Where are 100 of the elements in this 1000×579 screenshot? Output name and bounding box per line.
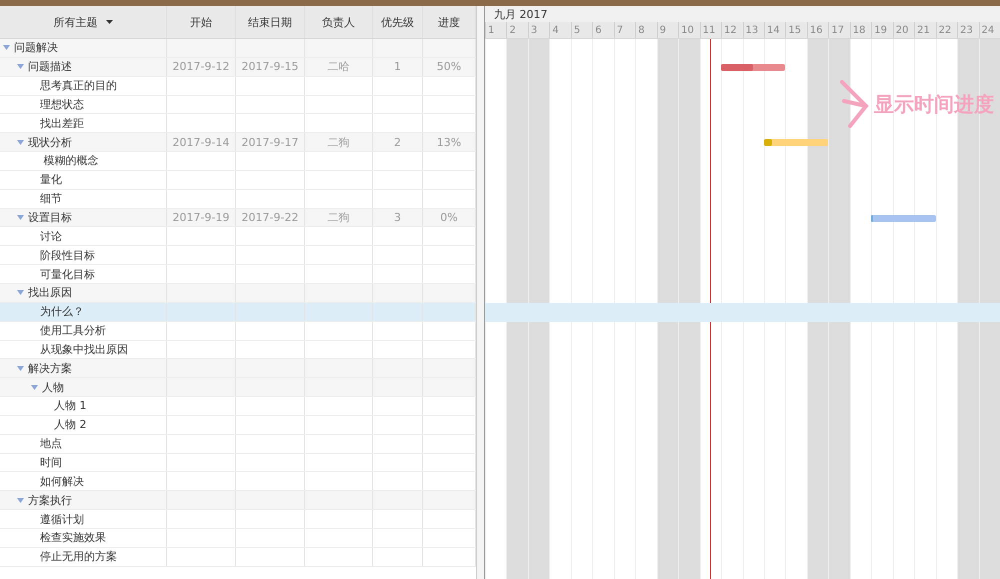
table-cell: 2017-9-19: [172, 211, 230, 224]
node-label: 方案执行: [28, 492, 72, 508]
tree-row[interactable]: 遵循计划: [0, 510, 476, 529]
expand-triangle-icon[interactable]: [17, 366, 24, 371]
tree-row[interactable]: 为什么？: [0, 302, 476, 322]
table-cell: 2017-9-17: [242, 136, 298, 149]
annotation-text: 显示时间进度: [874, 90, 994, 118]
node-label: 问题解决: [14, 40, 58, 56]
day-label: 24: [978, 22, 1000, 38]
node-label: 地点: [40, 436, 62, 452]
tree-row[interactable]: 设置目标 2017-9-19 2017-9-22 二狗 3 0%: [0, 208, 476, 228]
expand-triangle-icon[interactable]: [17, 64, 24, 70]
tree-row[interactable]: 思考真正的目的: [0, 76, 476, 96]
node-label: 使用工具分析: [40, 323, 106, 338]
table-cell: 2017-9-15: [242, 60, 298, 74]
day-label: 20: [892, 22, 914, 38]
day-label: 5: [570, 22, 592, 38]
node-label: 阶段性目标: [40, 248, 95, 263]
tree-row[interactable]: 时间: [0, 454, 476, 472]
day-label: 4: [549, 22, 571, 38]
day-label: 7: [614, 22, 636, 38]
column-header[interactable]: 进度: [423, 6, 476, 38]
day-label: 8: [635, 22, 657, 38]
tree-row[interactable]: 从现象中找出原因: [0, 340, 476, 360]
tree-row[interactable]: 地点: [0, 434, 476, 454]
day-label: 22: [936, 22, 958, 38]
day-label: 2: [506, 22, 528, 38]
task-bar[interactable]: [764, 139, 828, 146]
day-label: 13: [742, 22, 764, 38]
table-cell: 13%: [436, 136, 462, 149]
node-label: 遵循计划: [40, 512, 84, 527]
expand-triangle-icon[interactable]: [17, 290, 24, 296]
day-label: 16: [806, 22, 828, 38]
tree-row[interactable]: 阶段性目标: [0, 246, 476, 266]
dropdown-caret-icon[interactable]: [106, 20, 112, 24]
tree-row[interactable]: 如何解决: [0, 472, 476, 492]
node-label: 时间: [40, 454, 62, 470]
day-label: 21: [914, 22, 936, 38]
day-label: 12: [721, 22, 742, 38]
node-label: 可量化目标: [40, 266, 95, 282]
table-cell: 二狗: [328, 210, 350, 226]
tree-row[interactable]: 使用工具分析: [0, 322, 476, 340]
day-label: 19: [871, 22, 893, 38]
tree-row[interactable]: 检查实施效果: [0, 528, 476, 548]
tree-row[interactable]: 可量化目标: [0, 265, 476, 284]
arrow-icon: [840, 79, 870, 129]
node-label: 思考真正的目的: [40, 78, 117, 94]
tree-row[interactable]: 模糊的概念: [0, 152, 476, 171]
node-label: 为什么？: [40, 304, 84, 320]
tree-row[interactable]: 现状分析 2017-9-14 2017-9-17 二狗 2 13%: [0, 133, 476, 152]
tree-row[interactable]: 问题描述 2017-9-12 2017-9-15 二哈 1 50%: [0, 58, 476, 77]
table-cell: 2017-9-22: [242, 211, 298, 224]
tree-row[interactable]: 找出原因: [0, 284, 476, 303]
table-cell: 0%: [440, 211, 458, 224]
tree-row[interactable]: 人物: [0, 378, 476, 398]
table-cell: 2: [394, 136, 401, 149]
tree-row[interactable]: 问题解决: [0, 39, 476, 58]
node-label: 人物 1: [54, 398, 86, 414]
column-header[interactable]: 优先级: [373, 6, 423, 38]
expand-triangle-icon[interactable]: [17, 498, 24, 503]
day-label: 23: [957, 22, 979, 38]
month-label: 九月 2017: [493, 7, 548, 22]
node-label: 量化: [40, 172, 62, 188]
column-header[interactable]: 负责人: [305, 6, 373, 38]
node-label: 人物: [42, 380, 64, 395]
expand-triangle-icon[interactable]: [3, 45, 10, 50]
expand-triangle-icon[interactable]: [31, 384, 38, 390]
day-label: 18: [850, 22, 872, 38]
column-header[interactable]: 所有主题: [0, 6, 167, 38]
tree-row[interactable]: 解决方案: [0, 359, 476, 378]
tree-row[interactable]: 找出差距: [0, 114, 476, 134]
tree-row[interactable]: 量化: [0, 170, 476, 190]
day-label: 15: [785, 22, 807, 38]
table-cell: 二狗: [328, 134, 350, 150]
expand-triangle-icon[interactable]: [17, 140, 24, 145]
tree-row[interactable]: 人物 1: [0, 397, 476, 416]
node-label: 检查实施效果: [40, 530, 106, 546]
expand-triangle-icon[interactable]: [17, 215, 24, 220]
node-label: 解决方案: [28, 360, 72, 376]
tree-row[interactable]: 停止无用的方案: [0, 548, 476, 567]
node-label: 如何解决: [40, 474, 84, 489]
table-cell: 1: [394, 60, 401, 74]
column-header[interactable]: 结束日期: [236, 6, 305, 38]
node-label: 从现象中找出原因: [40, 342, 128, 357]
tree-row[interactable]: 人物 2: [0, 416, 476, 435]
day-label: 3: [528, 22, 550, 38]
node-label: 理想状态: [40, 96, 84, 112]
tree-row[interactable]: 细节: [0, 190, 476, 209]
tree-row[interactable]: 理想状态: [0, 96, 476, 114]
tree-row[interactable]: 方案执行: [0, 491, 476, 510]
day-label: 11: [700, 22, 722, 38]
node-label: 现状分析: [28, 134, 72, 150]
table-cell: 50%: [436, 60, 462, 74]
day-label: 9: [656, 22, 678, 38]
splitter[interactable]: [477, 6, 485, 579]
day-label: 1: [485, 22, 506, 38]
node-label: 找出原因: [28, 285, 72, 300]
table-cell: 3: [394, 211, 401, 224]
column-header[interactable]: 开始: [167, 6, 236, 38]
tree-row[interactable]: 讨论: [0, 227, 476, 246]
